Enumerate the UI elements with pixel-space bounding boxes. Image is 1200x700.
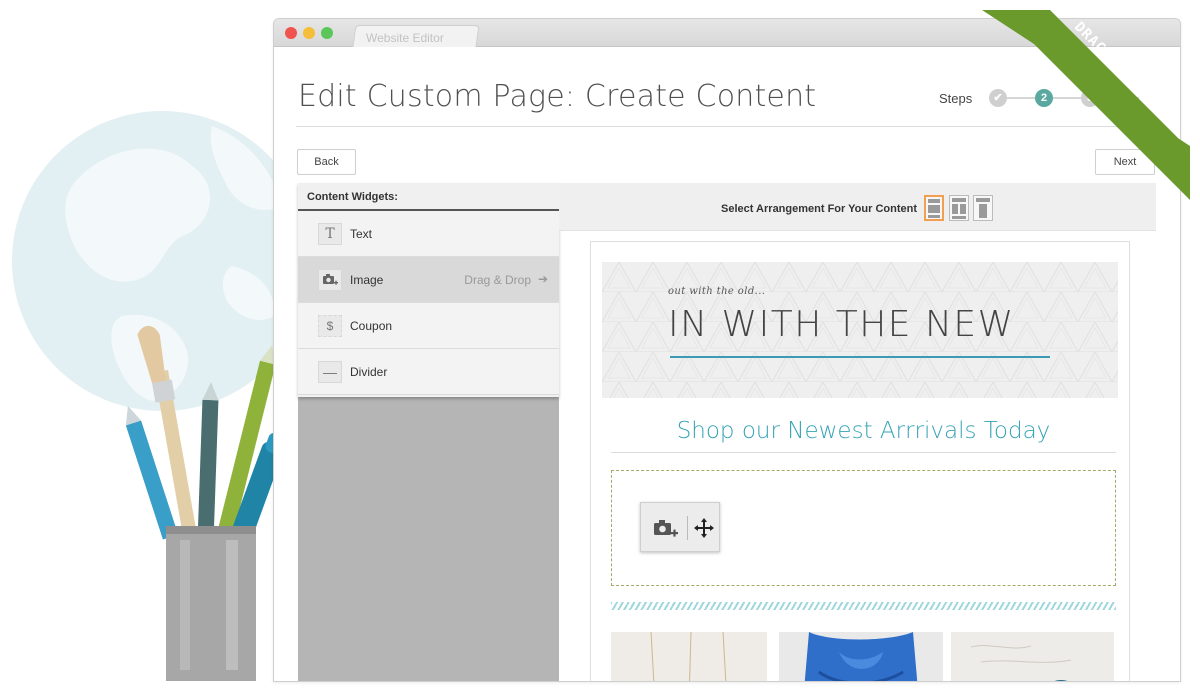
hero-banner[interactable]: out with the old... IN WITH THE NEW (602, 262, 1118, 398)
widget-separator (687, 516, 688, 540)
next-button[interactable]: Next (1095, 149, 1155, 175)
widgets-panel-title: Content Widgets: (298, 183, 559, 211)
layout-full-icon[interactable] (924, 195, 944, 221)
header-divider (296, 126, 1156, 127)
divider-line-icon: — (318, 361, 342, 383)
step-2-current[interactable]: 2 (1035, 89, 1053, 107)
widget-image[interactable]: Image Drag & Drop ➔ (298, 257, 559, 303)
title-bar: Website Editor (274, 19, 1180, 47)
image-drop-zone[interactable] (611, 470, 1116, 586)
product-photo-ring[interactable] (951, 632, 1114, 681)
step-connector (1053, 97, 1081, 99)
step-3-upcoming[interactable]: 3 (1081, 89, 1099, 107)
minimize-window-icon[interactable] (303, 27, 315, 39)
step-connector (1007, 97, 1035, 99)
arrangement-label: Select Arrangement For Your Content (721, 203, 917, 215)
pencil-cup-illustration (125, 325, 285, 681)
text-icon: T (318, 223, 342, 245)
email-canvas[interactable]: out with the old... IN WITH THE NEW Shop… (590, 241, 1130, 681)
coupon-dollar-icon: $ (318, 315, 342, 337)
widget-text[interactable]: T Text (298, 211, 559, 257)
shop-heading[interactable]: Shop our Newest Arrrivals Today (611, 418, 1116, 444)
layout-columns-icon[interactable] (973, 195, 993, 221)
heading-divider (611, 452, 1116, 453)
layout-split-icon[interactable] (949, 195, 969, 221)
arrow-right-icon: ➔ (537, 272, 548, 286)
banner-headline: IN WITH THE NEW (668, 304, 1015, 345)
product-photo-necklaces[interactable] (611, 632, 767, 681)
banner-tagline: out with the old... (668, 286, 766, 297)
widget-coupon[interactable]: $ Coupon (298, 303, 559, 349)
dragged-image-widget[interactable] (640, 502, 720, 552)
step-1-complete-icon[interactable]: ✔ (989, 89, 1007, 107)
product-photo-scarf[interactable] (779, 632, 943, 681)
steps-label: Steps (939, 91, 973, 106)
widget-label: Coupon (350, 319, 393, 333)
widget-divider[interactable]: — Divider (298, 349, 559, 395)
page-title: Edit Custom Page: Create Content (298, 79, 817, 114)
drag-drop-hint: Drag & Drop (464, 273, 531, 287)
maximize-window-icon[interactable] (321, 27, 333, 39)
widget-label: Text (350, 227, 373, 241)
camera-plus-icon (654, 520, 678, 537)
move-cross-icon[interactable] (693, 517, 715, 539)
camera-plus-icon (318, 269, 342, 291)
widget-label: Image (350, 273, 384, 287)
arrangement-toolbar: Select Arrangement For Your Content (559, 183, 1156, 231)
close-window-icon[interactable] (285, 27, 297, 39)
browser-window: Website Editor Edit Custom Page: Create … (273, 18, 1181, 682)
step-connector (1099, 97, 1139, 99)
widget-label: Divider (350, 365, 388, 379)
browser-tab-label: Website Editor (366, 31, 444, 45)
banner-underline (670, 356, 1050, 358)
striped-divider (611, 602, 1116, 610)
content-widgets-panel: Content Widgets: T Text Image Drag & Dro… (298, 183, 559, 397)
back-button[interactable]: Back (297, 149, 356, 175)
